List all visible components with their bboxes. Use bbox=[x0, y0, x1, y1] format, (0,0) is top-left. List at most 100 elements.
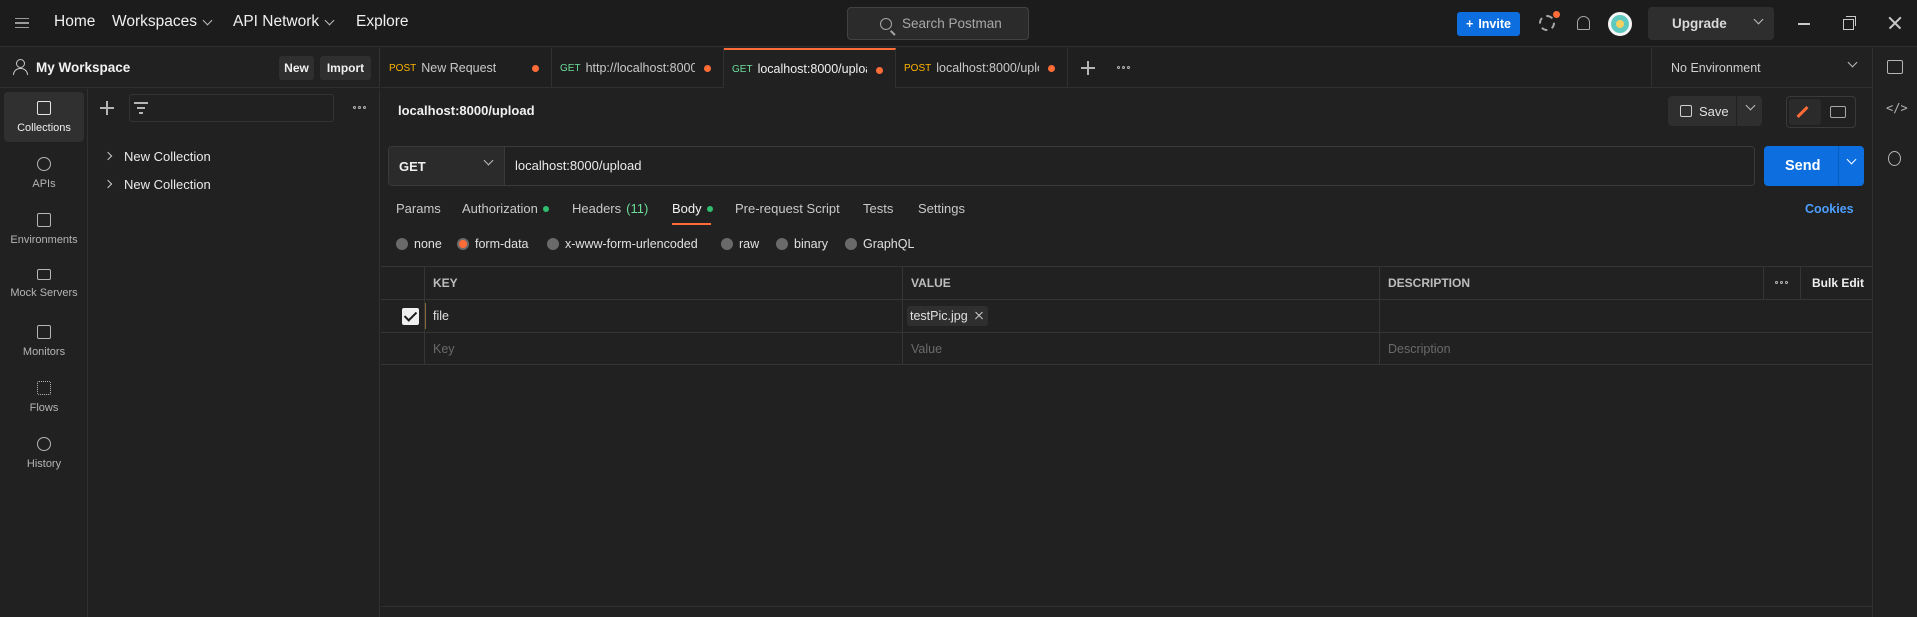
notifications-bell-icon[interactable] bbox=[1577, 16, 1590, 30]
avatar[interactable] bbox=[1608, 12, 1632, 36]
row-description[interactable] bbox=[1388, 300, 1868, 332]
chevron-right-icon[interactable] bbox=[103, 179, 113, 189]
value-placeholder[interactable]: Value bbox=[911, 333, 942, 365]
radio-icon[interactable] bbox=[396, 238, 408, 250]
sidebar-item-apis[interactable]: APIs bbox=[4, 148, 84, 198]
row-checkbox[interactable] bbox=[402, 308, 419, 325]
table-more-icon[interactable] bbox=[1775, 281, 1788, 284]
active-tab-underline bbox=[672, 223, 711, 225]
chevron-down-icon[interactable] bbox=[1846, 154, 1857, 165]
bulk-edit-button[interactable]: Bulk Edit bbox=[1812, 267, 1864, 299]
tab-post-upload[interactable]: POST localhost:8000/uploa bbox=[896, 48, 1068, 88]
tab-pre-request-label: Pre-request Script bbox=[735, 201, 840, 216]
sidebar-item-label: APIs bbox=[32, 178, 56, 190]
remove-file-icon[interactable] bbox=[974, 311, 984, 321]
tab-body[interactable]: Body bbox=[672, 201, 713, 216]
send-button[interactable]: Send bbox=[1764, 146, 1864, 186]
body-mode-binary[interactable]: binary bbox=[776, 237, 828, 251]
tab-pre-request-script[interactable]: Pre-request Script bbox=[735, 201, 840, 216]
settings-gear-icon[interactable] bbox=[1539, 15, 1555, 31]
new-button-label: New bbox=[284, 61, 309, 75]
body-mode-form-data[interactable]: form-data bbox=[457, 237, 529, 251]
collection-item[interactable]: New Collection bbox=[89, 142, 379, 170]
tab-authorization[interactable]: Authorization bbox=[462, 201, 549, 216]
collection-name: New Collection bbox=[124, 148, 211, 164]
sidebar-item-label: Monitors bbox=[22, 346, 66, 358]
tabs-more-icon[interactable] bbox=[1117, 66, 1130, 69]
new-button[interactable]: New bbox=[279, 56, 314, 80]
upgrade-button[interactable]: Upgrade bbox=[1648, 7, 1774, 40]
method-select[interactable]: GET bbox=[389, 147, 505, 185]
chevron-down-icon[interactable] bbox=[1753, 14, 1764, 25]
code-icon[interactable]: </> bbox=[1886, 101, 1908, 115]
tab-settings[interactable]: Settings bbox=[918, 201, 965, 216]
filter-icon[interactable] bbox=[134, 102, 148, 114]
comment-icon[interactable] bbox=[1830, 106, 1846, 118]
tab-headers[interactable]: Headers (11) bbox=[572, 201, 648, 216]
environment-label: No Environment bbox=[1671, 60, 1761, 75]
nav-home[interactable]: Home bbox=[54, 13, 95, 31]
radio-icon[interactable] bbox=[845, 238, 857, 250]
hamburger-menu-icon[interactable] bbox=[12, 13, 32, 33]
tab-label: localhost:8000/upload bbox=[757, 62, 867, 76]
add-user-icon: + bbox=[1466, 17, 1474, 31]
search-input[interactable]: Search Postman bbox=[847, 7, 1029, 40]
tab-params-label: Params bbox=[396, 201, 441, 216]
collections-search-input[interactable] bbox=[129, 94, 334, 122]
tab-new-request[interactable]: POST New Request bbox=[381, 48, 552, 88]
url-input[interactable]: localhost:8000/upload bbox=[515, 158, 642, 173]
environment-selector[interactable]: No Environment bbox=[1651, 48, 1876, 88]
chevron-down-icon[interactable] bbox=[1745, 100, 1756, 111]
nav-explore[interactable]: Explore bbox=[356, 13, 409, 31]
sidebar-item-label: Flows bbox=[29, 402, 59, 414]
plus-icon[interactable] bbox=[100, 101, 114, 115]
workspace-title[interactable]: My Workspace bbox=[36, 60, 130, 75]
window-restore-icon[interactable] bbox=[1840, 13, 1860, 33]
sidebar-item-environments[interactable]: Environments bbox=[4, 204, 84, 254]
window-close-icon[interactable] bbox=[1885, 13, 1905, 33]
window-minimize-icon[interactable] bbox=[1794, 13, 1814, 33]
radio-icon[interactable] bbox=[776, 238, 788, 250]
sidebar-item-collections[interactable]: Collections bbox=[4, 92, 84, 142]
chevron-right-icon[interactable] bbox=[103, 151, 113, 161]
sidebar-item-mock-servers[interactable]: Mock Servers bbox=[4, 260, 84, 310]
environment-quick-look-icon[interactable] bbox=[1887, 60, 1903, 74]
body-mode-none[interactable]: none bbox=[396, 237, 442, 251]
column-divider bbox=[1800, 266, 1801, 299]
key-placeholder[interactable]: Key bbox=[433, 333, 455, 365]
collection-item[interactable]: New Collection bbox=[89, 170, 379, 198]
sidebar-item-label: History bbox=[26, 458, 62, 470]
tab-get-upload[interactable]: GET localhost:8000/upload bbox=[724, 48, 896, 88]
radio-selected-icon[interactable] bbox=[457, 238, 469, 250]
nav-api-network[interactable]: API Network bbox=[233, 13, 335, 31]
save-button[interactable]: Save bbox=[1668, 96, 1762, 126]
invite-button[interactable]: + Invite bbox=[1457, 12, 1520, 36]
tab-label: localhost:8000/uploa bbox=[936, 61, 1039, 75]
info-lightbulb-icon[interactable] bbox=[1888, 151, 1901, 166]
tab-get-localhost-y[interactable]: GET http://localhost:8000/y bbox=[552, 48, 724, 88]
import-button[interactable]: Import bbox=[320, 56, 371, 80]
body-mode-urlencoded[interactable]: x-www-form-urlencoded bbox=[547, 237, 698, 251]
file-chip[interactable]: testPic.jpg bbox=[907, 306, 988, 326]
tab-tests[interactable]: Tests bbox=[863, 201, 893, 216]
chevron-down-icon bbox=[202, 15, 213, 25]
unsaved-dot bbox=[1048, 65, 1055, 72]
body-mode-graphql[interactable]: GraphQL bbox=[845, 237, 914, 251]
more-options-icon[interactable] bbox=[353, 106, 366, 109]
nav-api-network-label: API Network bbox=[233, 13, 320, 30]
new-tab-plus-icon[interactable] bbox=[1081, 61, 1095, 75]
body-mode-raw[interactable]: raw bbox=[721, 237, 759, 251]
sidebar-item-history[interactable]: History bbox=[4, 428, 84, 478]
radio-icon[interactable] bbox=[721, 238, 733, 250]
cookies-link[interactable]: Cookies bbox=[1805, 202, 1854, 216]
sidebar-item-monitors[interactable]: Monitors bbox=[4, 316, 84, 366]
description-placeholder[interactable]: Description bbox=[1388, 333, 1451, 365]
radio-icon[interactable] bbox=[547, 238, 559, 250]
sidebar-item-flows[interactable]: Flows bbox=[4, 372, 84, 422]
row-key[interactable]: file bbox=[433, 300, 449, 332]
edit-pencil-icon[interactable] bbox=[1789, 99, 1821, 125]
nav-workspaces[interactable]: Workspaces bbox=[112, 13, 213, 31]
column-header-description: DESCRIPTION bbox=[1388, 276, 1471, 290]
tab-params[interactable]: Params bbox=[396, 201, 441, 216]
request-title[interactable]: localhost:8000/upload bbox=[398, 103, 535, 118]
